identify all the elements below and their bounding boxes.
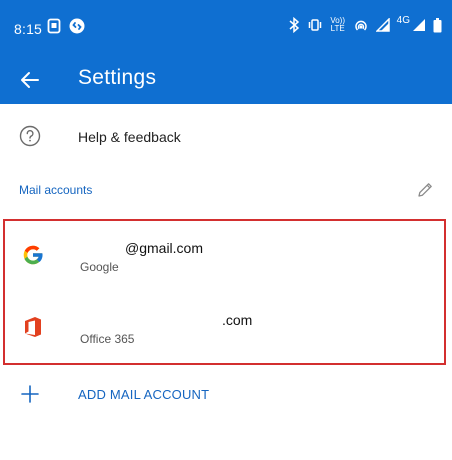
accounts-highlight-box: @gmail.com Google .com Office 365 <box>3 219 446 365</box>
account-provider: Office 365 <box>80 332 135 346</box>
pencil-edit-icon[interactable] <box>415 180 435 200</box>
account-item-office365[interactable]: .com Office 365 <box>5 295 444 365</box>
account-item-google[interactable]: @gmail.com Google <box>5 223 444 293</box>
help-feedback-item[interactable]: Help & feedback <box>0 112 452 162</box>
volte-icon: Vo)) LTE <box>330 16 345 33</box>
app-bar: Settings <box>0 56 452 104</box>
office-365-icon <box>25 317 41 337</box>
account-provider: Google <box>80 260 119 274</box>
network-type: 4G <box>396 14 410 26</box>
mail-accounts-header: Mail accounts <box>0 172 452 208</box>
back-arrow-icon[interactable] <box>18 68 42 92</box>
google-icon <box>23 245 43 265</box>
section-title: Mail accounts <box>19 183 93 197</box>
signal-icon-2 <box>413 19 425 31</box>
plus-icon <box>21 385 39 403</box>
help-icon <box>19 125 41 147</box>
status-system-icons: Vo)) LTE 4G <box>288 14 442 33</box>
page-title: Settings <box>78 66 157 89</box>
shazam-notification-icon <box>69 18 85 34</box>
status-bar: 8:15 Vo)) LTE 4G <box>0 0 452 56</box>
account-email: @gmail.com <box>125 240 204 256</box>
signal-icon <box>375 18 390 32</box>
help-feedback-label: Help & feedback <box>78 129 181 145</box>
hotspot-icon <box>354 20 367 31</box>
status-notification-icons <box>47 18 85 34</box>
bluetooth-icon <box>289 17 299 33</box>
status-time: 8:15 <box>14 21 43 37</box>
add-mail-account-label: ADD MAIL ACCOUNT <box>78 387 210 402</box>
add-mail-account-button[interactable]: ADD MAIL ACCOUNT <box>0 372 452 416</box>
vibrate-icon <box>308 19 321 31</box>
battery-icon <box>433 17 442 32</box>
account-email: .com <box>222 312 253 328</box>
screenshot-notification-icon <box>47 18 61 34</box>
